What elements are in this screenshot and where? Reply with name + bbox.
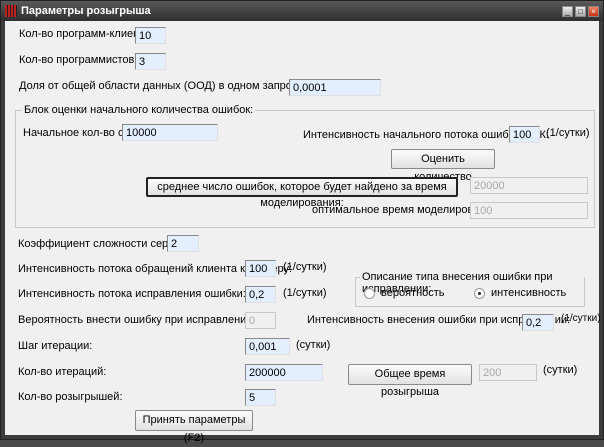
total-time-output: 200 — [479, 364, 537, 381]
step-label: Шаг итерации: — [18, 340, 93, 352]
estimate-button[interactable]: Оценить количество — [391, 149, 495, 183]
step-input[interactable]: 0,001 — [245, 338, 290, 355]
radio-intensity-label: интенсивность — [491, 287, 567, 299]
app-icon — [5, 5, 17, 17]
radio-probability-label: вероятность — [381, 287, 445, 299]
radio-intensity[interactable]: интенсивность — [474, 287, 566, 299]
window-title: Параметры розыгрыша — [21, 5, 151, 17]
server-coef-input[interactable]: 2 — [167, 235, 199, 252]
programmers-input[interactable]: 3 — [135, 53, 166, 70]
accept-button[interactable]: Принять параметры (F2) — [135, 410, 253, 444]
initial-rate-unit: (1/сутки) — [546, 127, 590, 139]
estimate-group-legend: Блок оценки начального количества ошибок… — [22, 104, 256, 116]
intro-rate-unit: (1/сутки) — [561, 313, 601, 324]
clients-input[interactable]: 10 — [135, 27, 166, 44]
radio-selected-icon — [474, 287, 485, 299]
intro-rate-input[interactable]: 0,2 — [522, 314, 554, 331]
fix-rate-input[interactable]: 0,2 — [245, 286, 276, 303]
close-button[interactable]: × — [588, 6, 599, 17]
maximize-button[interactable]: □ — [575, 6, 586, 17]
radio-icon — [364, 287, 375, 299]
runs-input[interactable]: 5 — [245, 389, 276, 406]
share-input[interactable]: 0,0001 — [289, 79, 381, 96]
type-group: Описание типа внесения ошибки при исправ… — [355, 271, 585, 307]
initial-rate-input[interactable]: 100 — [509, 126, 540, 143]
avg-errors-output: 20000 — [470, 177, 588, 194]
title-bar[interactable]: Параметры розыгрыша _ □ × — [1, 1, 603, 21]
radio-probability[interactable]: вероятность — [364, 287, 445, 299]
avg-errors-button[interactable]: среднее число ошибок, которое будет найд… — [146, 177, 458, 209]
runs-label: Кол-во розыгрышей: — [18, 391, 123, 403]
minimize-button[interactable]: _ — [562, 6, 573, 17]
iterations-label: Кол-во итераций: — [18, 366, 107, 378]
programmers-label: Кол-во программистов: — [19, 54, 138, 66]
total-time-button[interactable]: Общее время розыгрыша — [348, 364, 472, 398]
form: Кол-во программ-клиентов: 10 Кол-во прог… — [5, 21, 601, 444]
fix-rate-unit: (1/сутки) — [283, 287, 327, 299]
optimal-time-output: 100 — [470, 202, 588, 219]
initial-errors-input[interactable]: 10000 — [122, 124, 218, 141]
intro-prob-input: 0 — [245, 312, 276, 329]
request-rate-input[interactable]: 100 — [245, 260, 276, 277]
step-unit: (сутки) — [296, 339, 331, 351]
iterations-input[interactable]: 200000 — [245, 364, 323, 381]
fix-rate-label: Интенсивность потока исправления ошибки: — [18, 288, 246, 300]
request-rate-unit: (1/сутки) — [283, 261, 327, 273]
window: Параметры розыгрыша _ □ × Кол-во програм… — [0, 0, 604, 444]
total-time-unit: (сутки) — [543, 364, 578, 376]
intro-prob-label: Вероятность внести ошибку при исправлени… — [18, 314, 256, 326]
